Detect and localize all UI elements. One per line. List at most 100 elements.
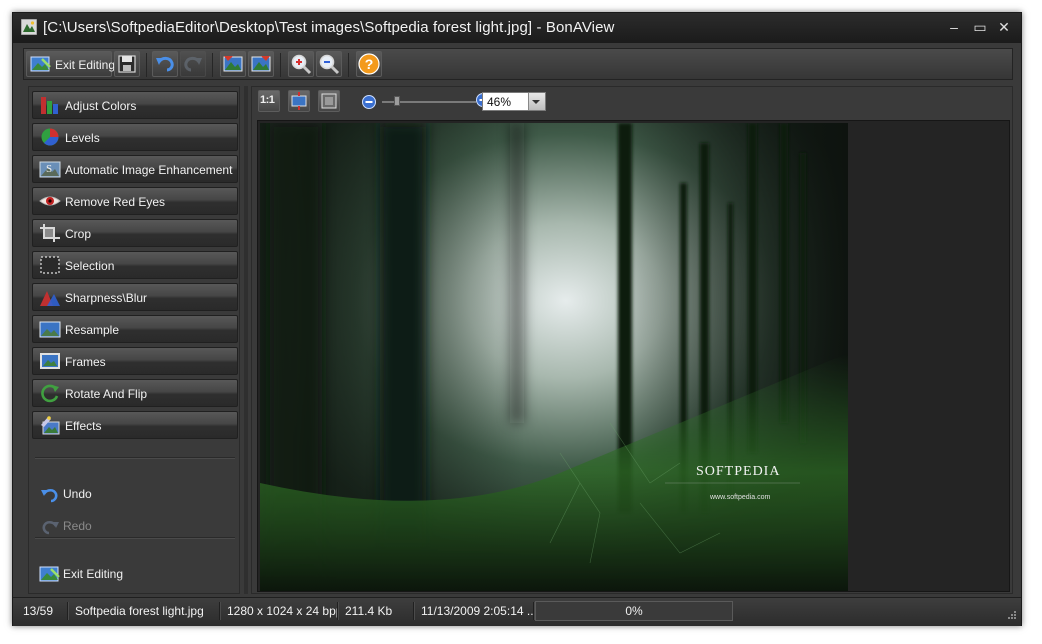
status-dimensions: 1280 x 1024 x 24 bpp	[219, 602, 338, 620]
status-date-text: 11/13/2009 2:05:14 ...	[421, 604, 533, 618]
undo-toolbar-button[interactable]	[152, 51, 178, 77]
automatic-image-enhancement-button[interactable]: S Automatic Image Enhancement	[32, 155, 238, 183]
svg-text:?: ?	[365, 56, 374, 72]
effects-label: Effects	[65, 419, 102, 433]
rotate-and-flip-button[interactable]: Rotate And Flip	[32, 379, 238, 407]
fit-window-icon	[291, 92, 307, 110]
zoom-level-value: 46%	[487, 95, 512, 109]
exit-editing-link[interactable]: Exit Editing	[39, 563, 229, 585]
effects-icon	[41, 416, 60, 435]
crop-icon	[40, 224, 60, 242]
selection-button[interactable]: Selection	[32, 251, 238, 279]
save-button[interactable]	[114, 51, 140, 77]
exit-editing-label: Exit Editing	[63, 567, 124, 581]
status-index-text: 13/59	[23, 604, 54, 618]
frames-icon	[40, 353, 60, 369]
maximize-button[interactable]: ▭	[969, 17, 991, 37]
fullscreen-icon	[321, 93, 337, 109]
remove-red-eyes-button[interactable]: Remove Red Eyes	[32, 187, 238, 215]
panel-splitter[interactable]	[244, 86, 248, 594]
title-bar[interactable]: [C:\Users\SoftpediaEditor\Desktop\Test i…	[13, 13, 1021, 43]
app-window: [C:\Users\SoftpediaEditor\Desktop\Test i…	[12, 12, 1022, 626]
undo-label: Undo	[63, 487, 92, 501]
resize-grip-icon[interactable]	[1007, 610, 1017, 620]
zoom-out-button[interactable]	[316, 51, 342, 77]
undo-icon	[156, 56, 174, 72]
close-button[interactable]: ✕	[993, 17, 1015, 37]
adjust-colors-label: Adjust Colors	[65, 99, 137, 113]
edit-tools-panel: Adjust Colors Levels S Automatic Image E…	[28, 86, 240, 594]
exit-editing-icon	[30, 56, 51, 72]
softpedia-watermark-url: www.softpedia.com	[709, 494, 770, 501]
softpedia-watermark: SOFTPEDIA	[696, 464, 780, 479]
rotate-and-flip-label: Rotate And Flip	[65, 387, 148, 401]
status-date: 11/13/2009 2:05:14 ...	[413, 602, 534, 620]
panel-divider	[35, 537, 235, 539]
panel-divider	[35, 457, 235, 459]
adjust-colors-button[interactable]: Adjust Colors	[32, 91, 238, 119]
main-toolbar: Exit Editing ?	[23, 48, 1013, 80]
actual-size-label: 1:1	[260, 94, 275, 106]
next-image-button[interactable]	[248, 51, 274, 77]
toolbar-separator	[280, 53, 281, 77]
rotate-icon	[41, 384, 59, 403]
zoom-in-icon	[291, 54, 312, 75]
effects-button[interactable]: Effects	[32, 411, 238, 439]
undo-icon	[41, 488, 58, 503]
frames-button[interactable]: Frames	[32, 347, 238, 375]
status-dimensions-text: 1280 x 1024 x 24 bpp	[227, 604, 337, 618]
zoom-slider-thumb[interactable]	[394, 96, 401, 106]
forest-photo[interactable]: SOFTPEDIA www.softpedia.com	[260, 123, 848, 591]
crop-button[interactable]: Crop	[32, 219, 238, 247]
levels-button[interactable]: Levels	[32, 123, 238, 151]
crop-label: Crop	[65, 227, 92, 241]
toolbar-separator	[212, 53, 213, 77]
redo-link[interactable]: Redo	[39, 515, 229, 537]
svg-text:S: S	[46, 163, 52, 175]
zoom-level-select[interactable]: 46%	[482, 92, 546, 111]
status-filesize: 211.4 Kb	[337, 602, 414, 620]
redo-icon	[42, 520, 59, 535]
fit-to-window-button[interactable]	[288, 90, 310, 112]
fullscreen-button[interactable]	[318, 90, 340, 112]
actual-size-button[interactable]: 1:1	[258, 90, 280, 112]
status-filename: Softpedia forest light.jpg	[67, 602, 220, 620]
resample-icon	[39, 321, 61, 338]
frames-label: Frames	[65, 355, 106, 369]
zoom-in-button[interactable]	[288, 51, 314, 77]
sharpness-icon	[40, 291, 60, 306]
redo-icon	[184, 56, 202, 72]
toolbar-separator	[348, 53, 349, 77]
image-prev-icon	[223, 56, 243, 72]
image-view-area: 1:1 46% SOFTPEDIA www.softpedia.com	[251, 86, 1013, 594]
status-filesize-text: 211.4 Kb	[345, 604, 393, 618]
redo-label: Redo	[63, 519, 92, 533]
auto-enhance-icon: S	[39, 161, 61, 178]
save-icon	[118, 55, 136, 73]
zoom-minus-icon[interactable]	[362, 95, 376, 109]
image-canvas[interactable]: SOFTPEDIA www.softpedia.com	[257, 120, 1010, 592]
chevron-down-icon[interactable]	[528, 93, 545, 110]
forest-photo-image: SOFTPEDIA www.softpedia.com	[260, 123, 848, 591]
exit-editing-toolbar-label: Exit Editing	[55, 58, 116, 72]
resample-button[interactable]: Resample	[32, 315, 238, 343]
sharpness-blur-button[interactable]: Sharpness\Blur	[32, 283, 238, 311]
progress-text: 0%	[625, 604, 643, 618]
exit-editing-toolbar-button[interactable]: Exit Editing	[26, 51, 116, 77]
zoom-out-icon	[319, 54, 340, 75]
red-eye-icon	[39, 196, 61, 206]
help-button[interactable]: ?	[356, 51, 382, 77]
selection-icon	[40, 256, 60, 274]
automatic-image-enhancement-label: Automatic Image Enhancement	[65, 163, 233, 177]
levels-label: Levels	[65, 131, 100, 145]
minimize-button[interactable]: –	[943, 17, 965, 37]
help-icon: ?	[358, 53, 380, 75]
redo-toolbar-button[interactable]	[180, 51, 206, 77]
sharpness-blur-label: Sharpness\Blur	[65, 291, 148, 305]
view-toolbar: 1:1 46%	[252, 87, 1012, 117]
remove-red-eyes-label: Remove Red Eyes	[65, 195, 166, 209]
exit-editing-icon	[39, 566, 60, 582]
undo-link[interactable]: Undo	[39, 483, 229, 505]
status-bar: 13/59 Softpedia forest light.jpg 1280 x …	[13, 597, 1021, 626]
previous-image-button[interactable]	[220, 51, 246, 77]
